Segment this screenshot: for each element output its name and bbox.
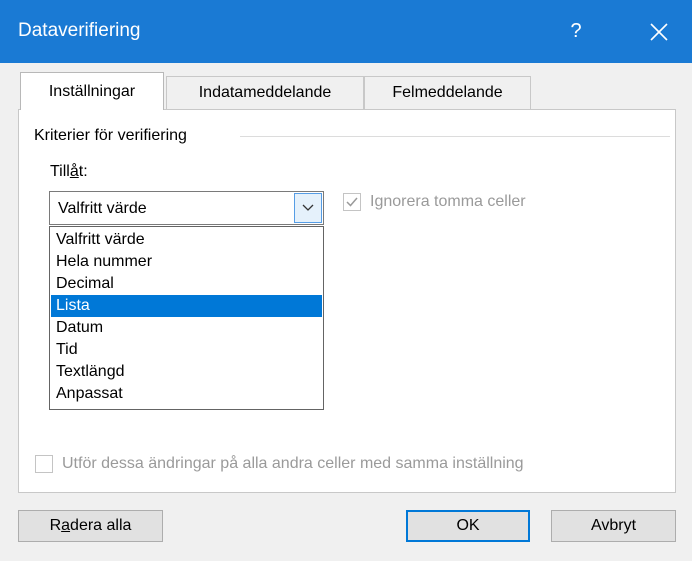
group-divider [240, 136, 670, 137]
option-custom[interactable]: Anpassat [51, 383, 322, 405]
option-time[interactable]: Tid [51, 339, 322, 361]
option-decimal[interactable]: Decimal [51, 273, 322, 295]
allow-label: Tillåt: [50, 163, 88, 181]
close-button[interactable] [636, 0, 682, 63]
apply-all-checkbox[interactable] [35, 455, 53, 473]
checkmark-icon [346, 197, 358, 207]
option-whole-number[interactable]: Hela nummer [51, 251, 322, 273]
allow-label-mnemonic: å [69, 163, 79, 180]
clear-all-mnemonic: a [61, 517, 71, 534]
allow-label-post: t: [78, 163, 88, 180]
criteria-group-label: Kriterier för verifiering [34, 127, 187, 144]
allow-label-pre: Till [50, 163, 70, 180]
help-button[interactable]: ? [553, 0, 599, 63]
allow-dropdown-list[interactable]: Valfritt värde Hela nummer Decimal Lista… [49, 226, 324, 410]
clear-all-button[interactable]: Ra dera alla [18, 510, 163, 542]
ignore-blank-checkbox[interactable] [343, 193, 361, 211]
tab-input-message[interactable]: Indatameddelande [166, 76, 364, 109]
window-title: Dataverifiering [18, 20, 141, 41]
ok-button[interactable]: OK [406, 510, 530, 542]
ignore-blank-label: Ignorera tomma celler [370, 193, 526, 210]
chevron-down-icon [302, 204, 314, 211]
option-list[interactable]: Lista [51, 295, 322, 317]
apply-all-label: Utför dessa ändringar på alla andra cell… [62, 455, 524, 472]
option-any-value[interactable]: Valfritt värde [51, 229, 322, 251]
clear-all-post: dera alla [70, 517, 132, 534]
clear-all-pre: R [49, 517, 62, 534]
option-text-length[interactable]: Textlängd [51, 361, 322, 383]
cancel-button[interactable]: Avbryt [551, 510, 676, 542]
tab-settings[interactable]: Inställningar [20, 72, 164, 110]
option-date[interactable]: Datum [51, 317, 322, 339]
title-bar: Dataverifiering ? [0, 0, 692, 63]
allow-combobox-value: Valfritt värde [58, 200, 147, 217]
tab-error-message[interactable]: Felmeddelande [364, 76, 531, 109]
allow-combobox[interactable]: Valfritt värde [49, 191, 324, 225]
close-icon [650, 22, 668, 41]
dropdown-arrow-button[interactable] [294, 193, 322, 223]
